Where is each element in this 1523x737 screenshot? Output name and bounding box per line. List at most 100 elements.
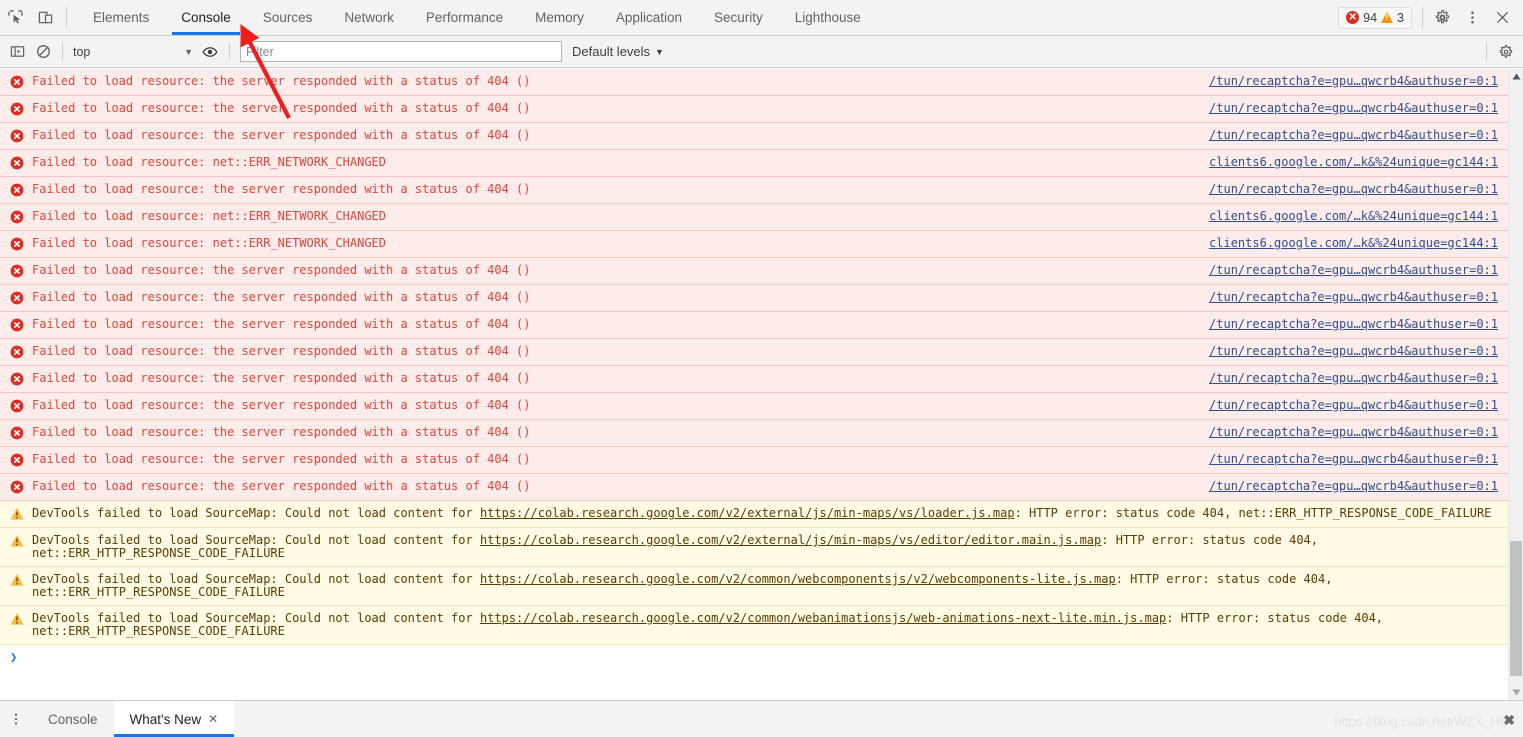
filter-input[interactable] bbox=[240, 41, 562, 62]
console-toolbar: top ▼ Default levels ▼ bbox=[0, 36, 1523, 68]
console-message-row[interactable]: Failed to load resource: the server resp… bbox=[0, 69, 1508, 96]
message-source-link[interactable]: /tun/recaptcha?e=gpu…qwcrb4&authuser=0:1 bbox=[1209, 102, 1508, 115]
console-message-row[interactable]: Failed to load resource: the server resp… bbox=[0, 258, 1508, 285]
error-circle-icon bbox=[10, 291, 24, 305]
console-message-row[interactable]: Failed to load resource: the server resp… bbox=[0, 339, 1508, 366]
close-icon[interactable] bbox=[1487, 3, 1517, 33]
message-source-link[interactable]: /tun/recaptcha?e=gpu…qwcrb4&authuser=0:1 bbox=[1209, 75, 1508, 88]
log-levels-label: Default levels bbox=[572, 44, 650, 59]
toolbar-divider bbox=[66, 7, 67, 28]
console-toolbar-actions bbox=[1480, 39, 1519, 65]
issues-counter[interactable]: ✕ 94 3 bbox=[1338, 7, 1412, 29]
console-message-row[interactable]: Failed to load resource: the server resp… bbox=[0, 96, 1508, 123]
message-source-link[interactable]: clients6.google.com/…k&%24unique=gc144:1 bbox=[1209, 237, 1508, 250]
close-icon[interactable]: ✕ bbox=[208, 712, 218, 726]
console-message-text: Failed to load resource: the server resp… bbox=[32, 480, 1209, 493]
log-levels-select[interactable]: Default levels ▼ bbox=[572, 44, 664, 59]
error-circle-icon bbox=[10, 345, 24, 359]
sourcemap-url-link[interactable]: https://colab.research.google.com/v2/com… bbox=[480, 611, 1166, 625]
execution-context-select[interactable]: top ▼ bbox=[69, 41, 197, 63]
error-circle-icon bbox=[10, 318, 24, 332]
drawer-tab-console[interactable]: Console bbox=[32, 701, 114, 737]
message-source-link[interactable]: /tun/recaptcha?e=gpu…qwcrb4&authuser=0:1 bbox=[1209, 183, 1508, 196]
warning-count: 3 bbox=[1397, 11, 1404, 25]
drawer-kebab-menu-icon[interactable] bbox=[0, 701, 32, 737]
tab-sources[interactable]: Sources bbox=[247, 0, 329, 35]
console-message-row[interactable]: Failed to load resource: the server resp… bbox=[0, 123, 1508, 150]
chevron-down-icon: ▼ bbox=[655, 47, 664, 57]
gear-icon[interactable] bbox=[1427, 3, 1457, 33]
watermark-text: https://blog.csdn.net/WZX_He bbox=[1334, 714, 1507, 729]
message-source-link[interactable]: /tun/recaptcha?e=gpu…qwcrb4&authuser=0:1 bbox=[1209, 129, 1508, 142]
console-prompt[interactable]: ❯ bbox=[0, 645, 1523, 669]
message-source-link[interactable]: /tun/recaptcha?e=gpu…qwcrb4&authuser=0:1 bbox=[1209, 480, 1508, 493]
tab-application[interactable]: Application bbox=[600, 0, 698, 35]
scrollbar-up-arrow[interactable] bbox=[1509, 69, 1523, 84]
toolbar-divider-3 bbox=[1486, 43, 1487, 60]
console-message-row[interactable]: Failed to load resource: the server resp… bbox=[0, 420, 1508, 447]
console-message-row[interactable]: Failed to load resource: net::ERR_NETWOR… bbox=[0, 204, 1508, 231]
console-message-row[interactable]: DevTools failed to load SourceMap: Could… bbox=[0, 606, 1508, 645]
console-message-row[interactable]: DevTools failed to load SourceMap: Could… bbox=[0, 528, 1508, 567]
tab-console[interactable]: Console bbox=[165, 0, 247, 35]
message-source-link[interactable]: /tun/recaptcha?e=gpu…qwcrb4&authuser=0:1 bbox=[1209, 291, 1508, 304]
console-message-row[interactable]: Failed to load resource: net::ERR_NETWOR… bbox=[0, 231, 1508, 258]
device-toolbar-icon[interactable] bbox=[30, 0, 60, 35]
message-source-link[interactable]: /tun/recaptcha?e=gpu…qwcrb4&authuser=0:1 bbox=[1209, 399, 1508, 412]
message-source-link[interactable]: /tun/recaptcha?e=gpu…qwcrb4&authuser=0:1 bbox=[1209, 453, 1508, 466]
tab-security[interactable]: Security bbox=[698, 0, 779, 35]
console-message-row[interactable]: Failed to load resource: the server resp… bbox=[0, 312, 1508, 339]
tab-network[interactable]: Network bbox=[328, 0, 410, 35]
console-message-text: Failed to load resource: the server resp… bbox=[32, 372, 1209, 385]
tab-memory[interactable]: Memory bbox=[519, 0, 600, 35]
prompt-chevron-icon: ❯ bbox=[10, 650, 17, 664]
console-message-text: Failed to load resource: the server resp… bbox=[32, 264, 1209, 277]
error-circle-icon bbox=[10, 75, 24, 89]
inspect-cursor-icon[interactable] bbox=[0, 0, 30, 35]
error-circle-icon bbox=[10, 426, 24, 440]
message-source-link[interactable]: /tun/recaptcha?e=gpu…qwcrb4&authuser=0:1 bbox=[1209, 372, 1508, 385]
scrollbar-down-arrow[interactable] bbox=[1509, 685, 1523, 700]
warning-triangle-icon bbox=[1381, 12, 1393, 23]
console-settings-gear-icon[interactable] bbox=[1493, 39, 1519, 65]
console-sidebar-icon[interactable] bbox=[4, 39, 30, 65]
console-message-row[interactable]: DevTools failed to load SourceMap: Could… bbox=[0, 501, 1508, 528]
console-message-text: Failed to load resource: the server resp… bbox=[32, 318, 1209, 331]
message-source-link[interactable]: clients6.google.com/…k&%24unique=gc144:1 bbox=[1209, 156, 1508, 169]
console-message-row[interactable]: Failed to load resource: the server resp… bbox=[0, 366, 1508, 393]
sourcemap-url-link[interactable]: https://colab.research.google.com/v2/com… bbox=[480, 572, 1116, 586]
clear-console-icon[interactable] bbox=[30, 39, 56, 65]
sourcemap-url-link[interactable]: https://colab.research.google.com/v2/ext… bbox=[480, 533, 1101, 547]
console-scrollbar[interactable] bbox=[1508, 69, 1523, 700]
console-message-text: Failed to load resource: net::ERR_NETWOR… bbox=[32, 210, 1209, 223]
scrollbar-thumb[interactable] bbox=[1510, 541, 1522, 676]
console-message-row[interactable]: Failed to load resource: the server resp… bbox=[0, 285, 1508, 312]
console-message-row[interactable]: Failed to load resource: net::ERR_NETWOR… bbox=[0, 150, 1508, 177]
message-source-link[interactable]: clients6.google.com/…k&%24unique=gc144:1 bbox=[1209, 210, 1508, 223]
console-message-list[interactable]: Failed to load resource: the server resp… bbox=[0, 69, 1523, 700]
console-message-text: Failed to load resource: the server resp… bbox=[32, 102, 1209, 115]
console-message-row[interactable]: Failed to load resource: the server resp… bbox=[0, 474, 1508, 501]
error-circle-icon bbox=[10, 129, 24, 143]
tab-performance[interactable]: Performance bbox=[410, 0, 519, 35]
message-source-link[interactable]: /tun/recaptcha?e=gpu…qwcrb4&authuser=0:1 bbox=[1209, 264, 1508, 277]
message-source-link[interactable]: /tun/recaptcha?e=gpu…qwcrb4&authuser=0:1 bbox=[1209, 426, 1508, 439]
devtools-drawer: Console What's New ✕ https://blog.csdn.n… bbox=[0, 700, 1523, 737]
console-message-row[interactable]: Failed to load resource: the server resp… bbox=[0, 393, 1508, 420]
watermark-close-icon: ✖ bbox=[1503, 712, 1515, 729]
console-message-row[interactable]: Failed to load resource: the server resp… bbox=[0, 447, 1508, 474]
live-expression-icon[interactable] bbox=[197, 39, 223, 65]
message-source-link[interactable]: /tun/recaptcha?e=gpu…qwcrb4&authuser=0:1 bbox=[1209, 345, 1508, 358]
error-circle-icon bbox=[10, 480, 24, 494]
console-message-row[interactable]: DevTools failed to load SourceMap: Could… bbox=[0, 567, 1508, 606]
toolbar-divider-1 bbox=[62, 43, 63, 60]
drawer-tab-whats-new[interactable]: What's New ✕ bbox=[114, 701, 235, 737]
message-source-link[interactable]: /tun/recaptcha?e=gpu…qwcrb4&authuser=0:1 bbox=[1209, 318, 1508, 331]
kebab-menu-icon[interactable] bbox=[1457, 3, 1487, 33]
error-circle-icon bbox=[10, 453, 24, 467]
tab-lighthouse[interactable]: Lighthouse bbox=[779, 0, 877, 35]
sourcemap-url-link[interactable]: https://colab.research.google.com/v2/ext… bbox=[480, 506, 1015, 520]
console-message-row[interactable]: Failed to load resource: the server resp… bbox=[0, 177, 1508, 204]
tab-elements[interactable]: Elements bbox=[77, 0, 165, 35]
console-message-text: Failed to load resource: the server resp… bbox=[32, 399, 1209, 412]
